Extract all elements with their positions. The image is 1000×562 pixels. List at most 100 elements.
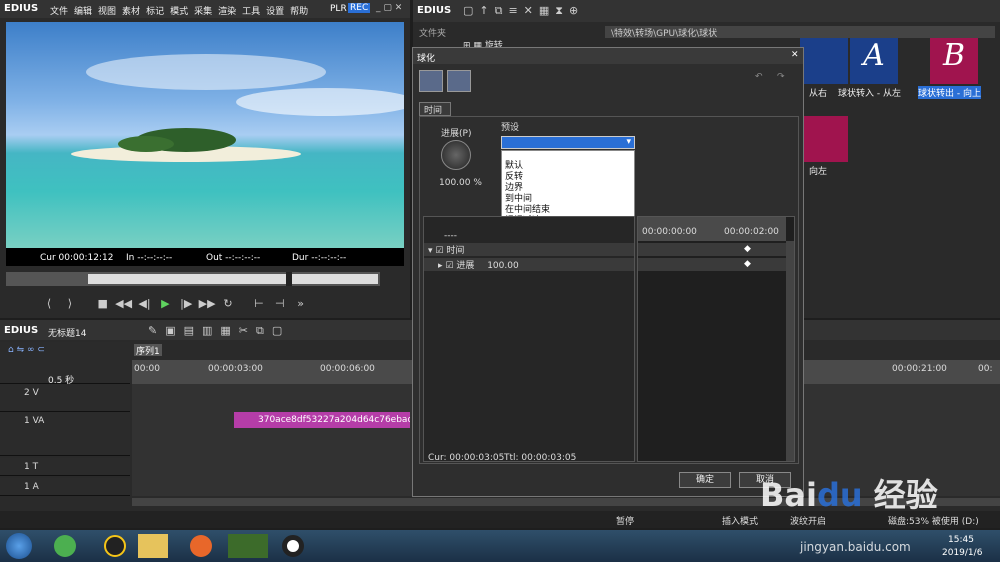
layer-row-time[interactable]: ▾ ☑ 时间 bbox=[424, 243, 634, 256]
dropdown-option[interactable]: 在中间结束 bbox=[502, 205, 634, 216]
playhead[interactable] bbox=[286, 272, 292, 286]
dropdown-option[interactable]: 默认 bbox=[502, 161, 634, 172]
baidu-watermark: Baidu 经验 bbox=[760, 476, 938, 514]
track-1a[interactable]: 1 A bbox=[0, 478, 130, 496]
menu-item[interactable]: 工具 bbox=[242, 7, 260, 17]
player-titlebar: EDIUS 文件 编辑 视图 素材 标记 模式 采集 渲染 工具 设置 帮助 PLR REC _ ▢… bbox=[0, 0, 410, 18]
plr-badge[interactable]: PLR bbox=[330, 4, 347, 14]
effect-thumb-4[interactable] bbox=[800, 116, 848, 162]
player-panel: EDIUS 文件 编辑 视图 素材 标记 模式 采集 渲染 工具 设置 帮助 PLR REC _ ▢… bbox=[0, 0, 410, 318]
track-header-tools: ⌂ ⇋ ∞ ⊂ bbox=[0, 342, 130, 360]
menu-item[interactable]: 素材 bbox=[122, 7, 140, 17]
dur-timecode: Dur --:--:--:-- bbox=[292, 253, 347, 263]
cur-time: Cur: 00:00:03:05 bbox=[428, 453, 505, 463]
step-back-icon[interactable]: ◀| bbox=[136, 296, 154, 312]
insert-icon[interactable]: ⊢ bbox=[250, 296, 268, 312]
scrub-bar[interactable] bbox=[6, 272, 380, 286]
bin-path: \特效\转场\GPU\球化\球状 bbox=[605, 26, 995, 39]
dialog-titlebar: 球化 ✕ bbox=[413, 48, 803, 64]
ruler-start: 00:00:00:00 bbox=[642, 227, 697, 237]
clock-time: 15:45 bbox=[948, 535, 974, 545]
progress-param[interactable]: 100.00 bbox=[487, 261, 519, 271]
effect-thumb-1[interactable] bbox=[800, 38, 848, 84]
play-icon[interactable]: ▶ bbox=[156, 296, 174, 312]
set-out-icon[interactable]: ⟩ bbox=[61, 296, 79, 312]
explorer-icon[interactable] bbox=[138, 534, 168, 558]
track-tools-icon[interactable]: ⌂ ⇋ ∞ ⊂ bbox=[8, 345, 45, 355]
track-1va[interactable]: 1 VA bbox=[0, 412, 130, 456]
keyframe-ruler[interactable]: 00:00:00:00 00:00:02:00 bbox=[638, 217, 786, 241]
sequence-tab[interactable]: 序列1 bbox=[134, 344, 162, 357]
keyframe-icon[interactable]: ◆ bbox=[744, 259, 751, 269]
thumb-label-3[interactable]: 球状转出 - 向上 bbox=[918, 86, 981, 99]
redo-icon[interactable]: ↷ bbox=[777, 72, 785, 82]
ruler-tick-label: 00:00:21:00 bbox=[892, 364, 947, 374]
menu-item[interactable]: 视图 bbox=[98, 7, 116, 17]
menu-item[interactable]: 帮助 bbox=[290, 7, 308, 17]
effect-thumb-2[interactable]: A bbox=[850, 38, 898, 84]
loop-icon[interactable]: ↻ bbox=[219, 296, 237, 312]
step-forward-icon[interactable]: |▶ bbox=[177, 296, 195, 312]
menu-item[interactable]: 设置 bbox=[266, 7, 284, 17]
menu-item[interactable]: 标记 bbox=[146, 7, 164, 17]
cur-timecode: Cur 00:00:12:12 bbox=[40, 253, 114, 263]
layer-progress-label: 进展 bbox=[456, 261, 475, 271]
progress-value: 100.00 % bbox=[439, 178, 482, 188]
menu-item[interactable]: 文件 bbox=[50, 7, 68, 17]
menu-item[interactable]: 编辑 bbox=[74, 7, 92, 17]
layer-row-progress[interactable]: ▸ ☑ 进展 100.00 bbox=[424, 258, 634, 271]
video-clip[interactable]: 370ace8df53227a204d64c76ebad4... bbox=[234, 412, 410, 428]
more-icon[interactable]: » bbox=[292, 296, 310, 312]
dropdown-option[interactable]: 反转 bbox=[502, 172, 634, 183]
set-in-icon[interactable]: ⟨ bbox=[40, 296, 58, 312]
thumb-label-1: 从右 bbox=[809, 89, 828, 99]
dropdown-option[interactable]: 边界 bbox=[502, 183, 634, 194]
track-2v[interactable]: 2 V bbox=[0, 384, 130, 412]
window-controls[interactable]: _ ▢ ✕ bbox=[376, 3, 402, 13]
ok-button[interactable]: 确定 bbox=[679, 472, 731, 488]
sphere-dialog: 球化 ✕ ↶ ↷ 时间 进展(P) 100.00 % 预设 ▾ 默认 反转 边界 到中… bbox=[412, 47, 804, 497]
preset-dropdown[interactable]: ▾ bbox=[501, 136, 635, 149]
ttl-time: Ttl: 00:00:03:05 bbox=[504, 453, 577, 463]
rewind-icon[interactable]: ◀◀ bbox=[115, 296, 133, 312]
menu-item[interactable]: 渲染 bbox=[218, 7, 236, 17]
rec-badge[interactable]: REC bbox=[348, 3, 371, 13]
v-scrollbar[interactable] bbox=[786, 241, 794, 461]
palette-icon[interactable] bbox=[419, 70, 443, 92]
keyframe-icon[interactable]: ◆ bbox=[744, 244, 751, 254]
in-timecode: In --:--:--:-- bbox=[126, 253, 173, 263]
stop-icon[interactable]: ■ bbox=[94, 296, 112, 312]
gauge-icon[interactable] bbox=[447, 70, 471, 92]
fast-forward-icon[interactable]: ▶▶ bbox=[198, 296, 216, 312]
clip-name: 370ace8df53227a204d64c76ebad4... bbox=[258, 415, 410, 425]
start-icon[interactable] bbox=[6, 533, 32, 559]
progress-knob[interactable] bbox=[441, 140, 471, 170]
overwrite-icon[interactable]: ⊣ bbox=[271, 296, 289, 312]
clock-date: 2019/1/6 bbox=[942, 548, 983, 558]
app-icon-1[interactable] bbox=[54, 535, 76, 557]
edius-icon[interactable] bbox=[228, 534, 268, 558]
menu-item[interactable]: 采集 bbox=[194, 7, 212, 17]
watermark-url: jingyan.baidu.com bbox=[800, 540, 911, 554]
dropdown-option[interactable]: 到中间 bbox=[502, 194, 634, 205]
close-icon[interactable]: ✕ bbox=[791, 50, 799, 60]
timeline-toolbar[interactable]: ✎▣▤▥▦✂⧉▢ bbox=[148, 324, 290, 338]
ruler-tick-label: 00:00 bbox=[134, 364, 160, 374]
effect-thumb-3[interactable]: B bbox=[930, 38, 978, 84]
project-name: 无标题14 bbox=[48, 329, 87, 339]
bin-toolbar[interactable]: ▢↑⧉≡✕▦⧗⊕ bbox=[463, 4, 584, 18]
firefox-icon[interactable] bbox=[190, 535, 212, 557]
undo-icon[interactable]: ↶ bbox=[755, 72, 763, 82]
track-1t[interactable]: 1 T bbox=[0, 458, 130, 476]
bin-logo: EDIUS bbox=[417, 5, 452, 16]
record-icon[interactable] bbox=[282, 535, 304, 557]
dialog-title: 球化 bbox=[417, 54, 436, 64]
status-pause: 暂停 bbox=[616, 517, 635, 527]
menu-item[interactable]: 模式 bbox=[170, 7, 188, 17]
tab-time[interactable]: 时间 bbox=[419, 102, 451, 116]
qq-icon[interactable] bbox=[104, 535, 126, 557]
bin-titlebar: EDIUS ▢↑⧉≡✕▦⧗⊕ bbox=[413, 0, 1000, 22]
ruler-tick-label: 00:00:06:00 bbox=[320, 364, 375, 374]
timecode-bar: Cur 00:00:12:12 In --:--:--:-- Out --:--… bbox=[6, 248, 404, 266]
layer-panel: ---- ▾ ☑ 时间 ▸ ☑ 进展 100.00 Cur: 00:00:03:… bbox=[423, 216, 635, 463]
